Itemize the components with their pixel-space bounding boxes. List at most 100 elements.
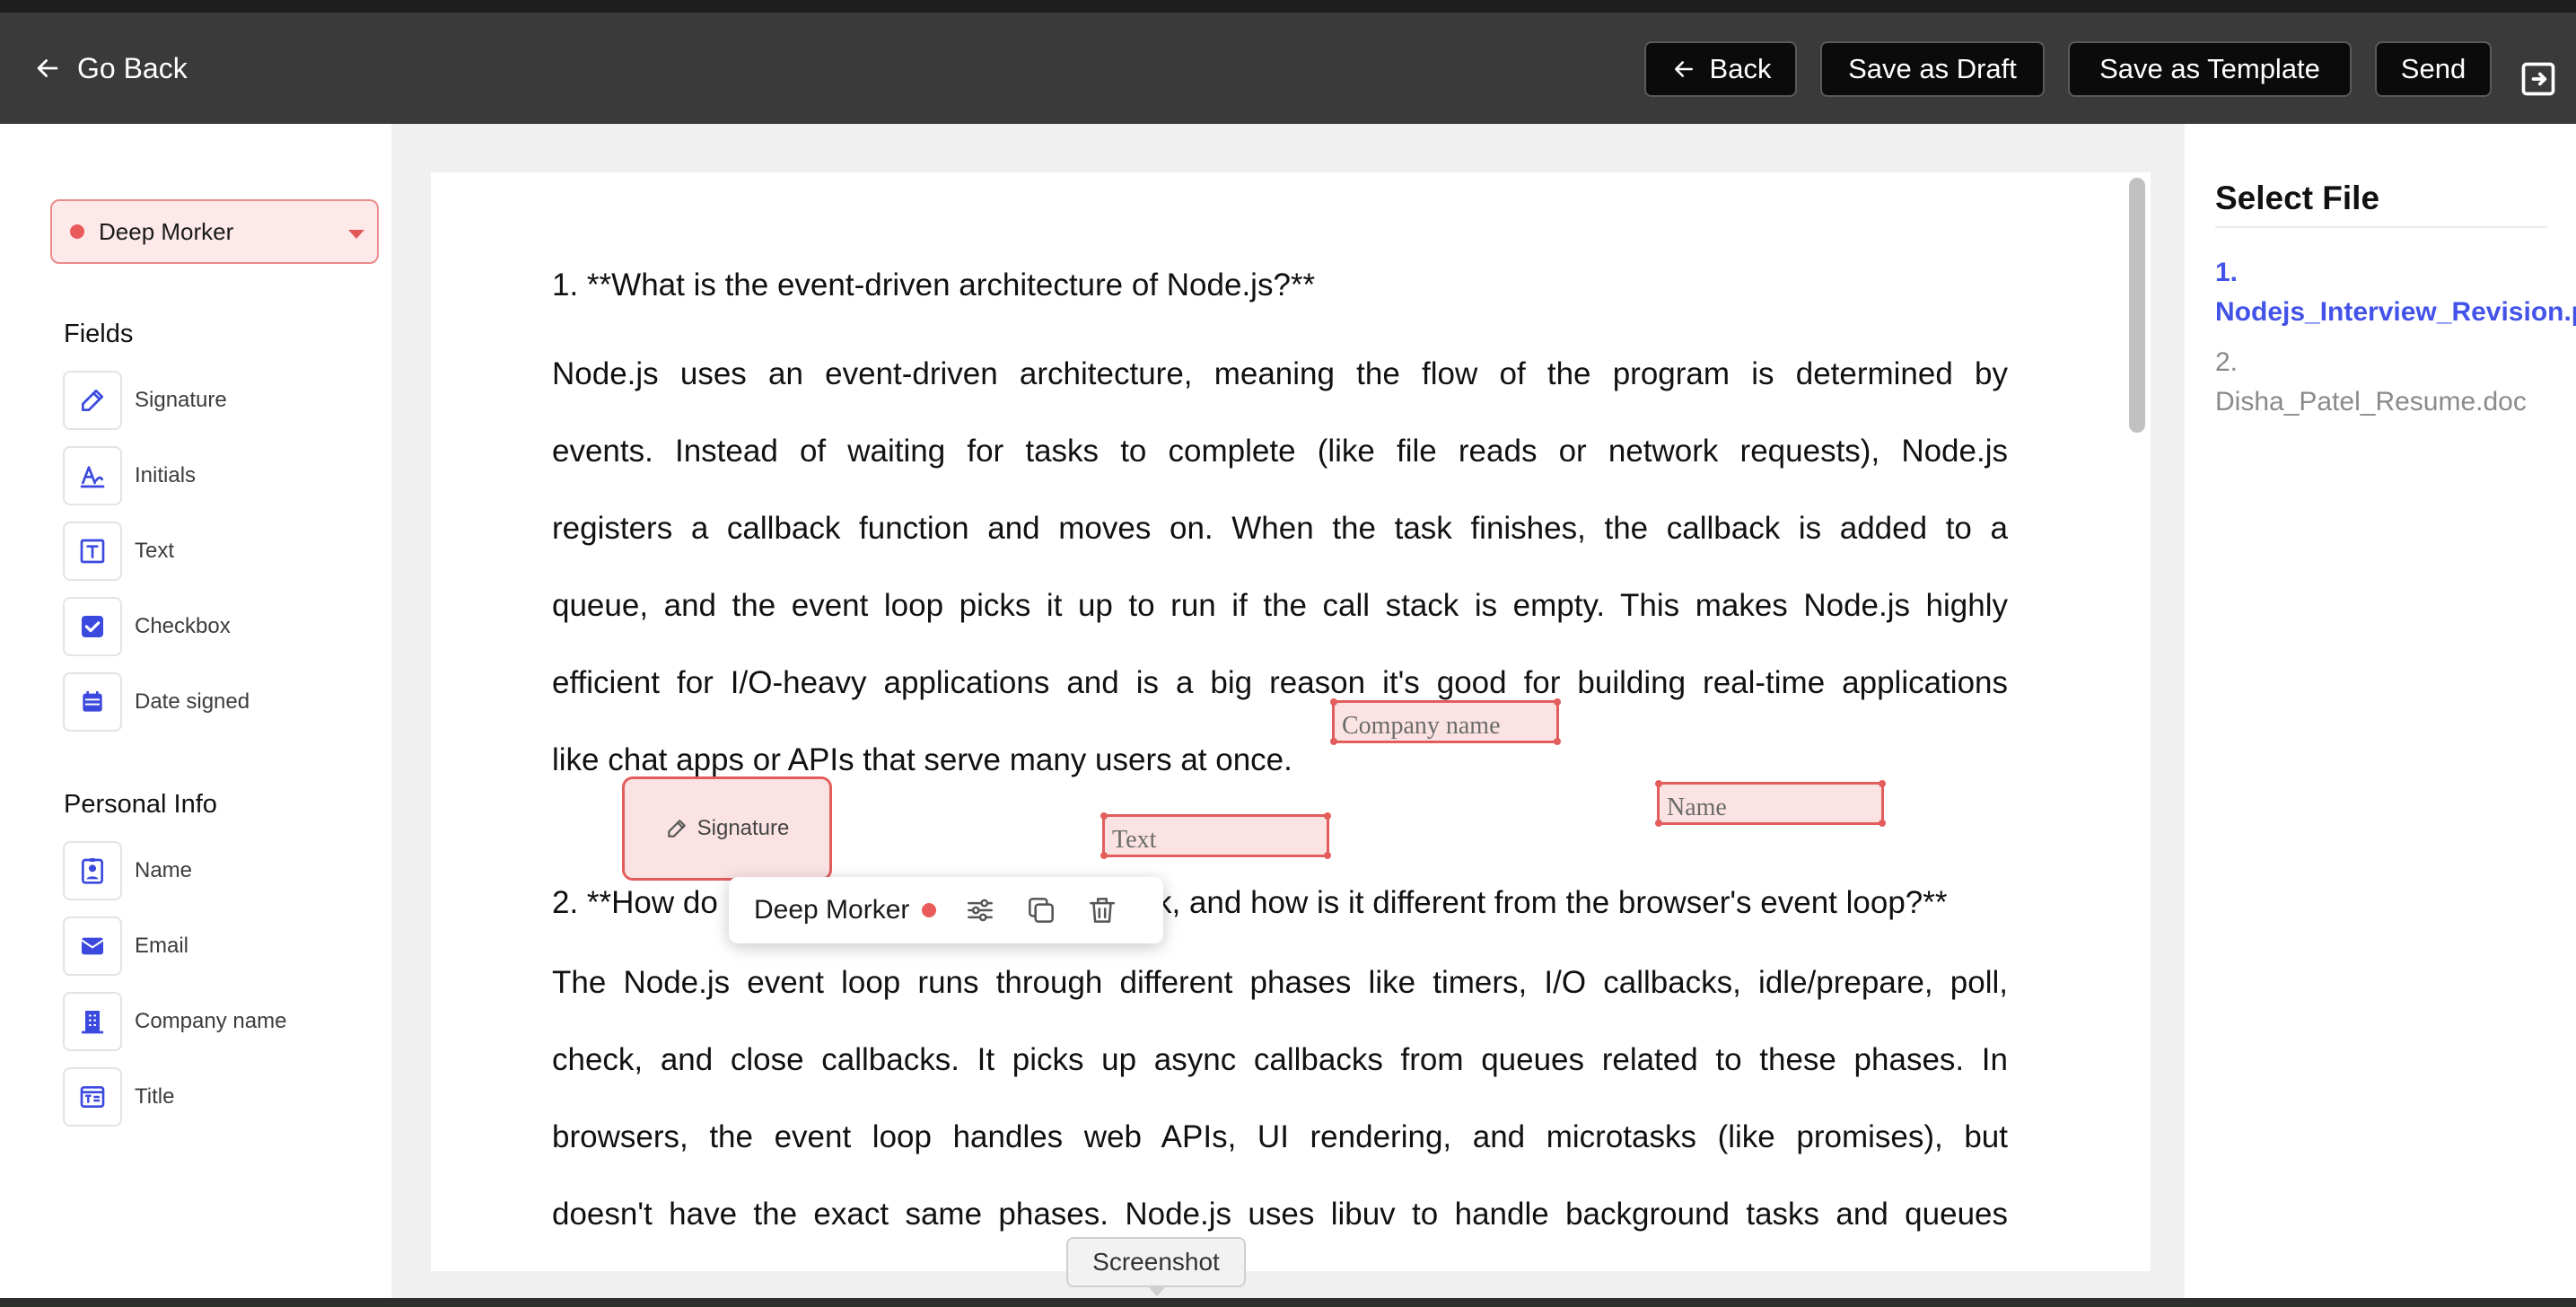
sliders-icon bbox=[968, 899, 994, 922]
resize-handle[interactable] bbox=[1554, 738, 1561, 745]
placed-field-label: Signature bbox=[697, 816, 790, 840]
calendar-icon bbox=[83, 691, 102, 712]
resize-handle[interactable] bbox=[1324, 812, 1331, 820]
send-label: Send bbox=[2400, 53, 2466, 84]
select-file-title: Select File bbox=[2215, 180, 2380, 216]
answer-1-line: registers a callback function and moves … bbox=[552, 511, 2008, 546]
field-label: Title bbox=[135, 1084, 175, 1109]
answer-1-line: Node.js uses an event-driven architectur… bbox=[552, 356, 2008, 391]
resize-handle[interactable] bbox=[1330, 738, 1337, 745]
top-bar: Go Back Back Save as Draft Save as Templ… bbox=[0, 13, 2576, 124]
answer-1-line: events. Instead of waiting for tasks to … bbox=[552, 434, 2008, 469]
file-item-2[interactable]: 2. Disha_Patel_Resume.doc bbox=[2215, 343, 2527, 422]
field-label: Initials bbox=[135, 463, 197, 487]
divider bbox=[2215, 226, 2547, 228]
field-signature[interactable]: Signature bbox=[63, 371, 227, 430]
screenshot-tooltip: Screenshot bbox=[1066, 1237, 1246, 1287]
question-1-heading: 1. **What is the event-driven architectu… bbox=[552, 268, 1316, 303]
answer-2-line: The Node.js event loop runs through diff… bbox=[552, 965, 2008, 1000]
field-label: Date signed bbox=[135, 689, 250, 714]
field-text[interactable]: Text bbox=[63, 522, 174, 581]
pen-icon bbox=[82, 390, 103, 411]
resize-handle[interactable] bbox=[1879, 780, 1886, 787]
field-email[interactable]: Email bbox=[63, 917, 188, 976]
answer-1-paragraph: Node.js uses an event-driven architectur… bbox=[552, 336, 2008, 799]
save-as-draft-button[interactable]: Save as Draft bbox=[1820, 41, 2045, 97]
go-back-button[interactable]: Go Back bbox=[32, 47, 188, 90]
resize-handle[interactable] bbox=[1324, 852, 1331, 859]
id-badge-icon bbox=[82, 858, 103, 884]
resize-handle[interactable] bbox=[1554, 698, 1561, 706]
resize-handle[interactable] bbox=[1655, 820, 1662, 827]
placed-field-label: Text bbox=[1112, 826, 1157, 854]
answer-2-line: doesn't have the exact same phases. Node… bbox=[552, 1197, 2008, 1232]
back-button[interactable]: Back bbox=[1644, 41, 1797, 97]
field-settings-button[interactable] bbox=[963, 893, 997, 927]
field-title[interactable]: Title bbox=[63, 1067, 174, 1127]
exit-icon bbox=[2521, 62, 2555, 96]
signer-color-dot bbox=[922, 903, 937, 917]
question-2-heading-start: 2. **How do bbox=[552, 885, 718, 920]
arrow-left-icon bbox=[37, 59, 58, 77]
tooltip-tail bbox=[1147, 1285, 1167, 1296]
field-company-name[interactable]: Company name bbox=[63, 992, 286, 1051]
field-label: Company name bbox=[135, 1009, 287, 1033]
resize-handle[interactable] bbox=[1330, 698, 1337, 706]
signer-select[interactable]: Deep Morker bbox=[50, 199, 379, 264]
field-toolbar: Deep Morker bbox=[729, 877, 1163, 943]
save-as-template-label: Save as Template bbox=[2099, 53, 2320, 84]
answer-2-line: browsers, the event loop handles web API… bbox=[552, 1119, 2008, 1154]
document-scrollbar-thumb[interactable] bbox=[2129, 178, 2145, 433]
initials-icon bbox=[80, 466, 105, 488]
exit-button[interactable] bbox=[2519, 59, 2558, 99]
save-as-template-button[interactable]: Save as Template bbox=[2068, 41, 2352, 97]
file-name: Nodejs_Interview_Revision.p bbox=[2215, 297, 2576, 327]
file-item-1[interactable]: 1. Nodejs_Interview_Revision.p bbox=[2215, 253, 2576, 332]
envelope-icon bbox=[81, 937, 104, 955]
go-back-label: Go Back bbox=[77, 51, 188, 84]
document-page: 1. **What is the event-driven architectu… bbox=[431, 172, 2151, 1271]
app-window: Go Back Back Save as Draft Save as Templ… bbox=[0, 0, 2576, 1298]
duplicate-field-button[interactable] bbox=[1024, 893, 1058, 927]
placed-text-field[interactable]: Text bbox=[1100, 812, 1331, 859]
delete-field-button[interactable] bbox=[1085, 893, 1119, 927]
file-name: Disha_Patel_Resume.doc bbox=[2215, 387, 2527, 417]
chevron-down-icon bbox=[348, 230, 364, 239]
fields-title: Fields bbox=[64, 320, 134, 348]
file-index: 1. bbox=[2215, 258, 2239, 287]
back-label: Back bbox=[1709, 53, 1772, 84]
checkbox-icon bbox=[82, 616, 103, 637]
field-toolbar-signer-name: Deep Morker bbox=[754, 895, 910, 925]
field-label: Text bbox=[135, 539, 175, 563]
field-initials[interactable]: Initials bbox=[63, 446, 196, 505]
signer-color-dot bbox=[70, 224, 84, 239]
right-sidebar: Select File 1. Nodejs_Interview_Revision… bbox=[2185, 124, 2576, 1298]
answer-2-paragraph: The Node.js event loop runs through diff… bbox=[552, 944, 2008, 1253]
field-label: Email bbox=[135, 934, 189, 958]
field-checkbox[interactable]: Checkbox bbox=[63, 597, 231, 656]
title-card-icon bbox=[80, 1086, 105, 1108]
copy-icon bbox=[1029, 898, 1055, 923]
placed-signature-field[interactable]: Signature bbox=[622, 776, 832, 881]
resize-handle[interactable] bbox=[1879, 820, 1886, 827]
trash-icon bbox=[1090, 898, 1116, 923]
field-label: Signature bbox=[135, 388, 227, 412]
answer-2-line: check, and close callbacks. It picks up … bbox=[552, 1042, 2008, 1077]
field-date-signed[interactable]: Date signed bbox=[63, 672, 250, 732]
send-button[interactable]: Send bbox=[2375, 41, 2492, 97]
left-sidebar: Deep Morker Fields Signature Initials Te… bbox=[0, 124, 391, 1298]
resize-handle[interactable] bbox=[1100, 812, 1108, 820]
placed-name-field[interactable]: Name bbox=[1655, 780, 1886, 827]
resize-handle[interactable] bbox=[1655, 780, 1662, 787]
arrow-left-icon bbox=[1674, 61, 1693, 77]
field-name[interactable]: Name bbox=[63, 841, 192, 900]
answer-1-line: efficient for I/O-heavy applications and… bbox=[552, 665, 2008, 700]
placed-field-label: Name bbox=[1667, 794, 1727, 821]
placed-company-name-field[interactable]: Company name bbox=[1330, 698, 1561, 745]
resize-handle[interactable] bbox=[1100, 852, 1108, 859]
field-label: Name bbox=[135, 858, 193, 882]
personal-info-title: Personal Info bbox=[64, 790, 217, 819]
field-label: Checkbox bbox=[135, 614, 231, 638]
save-as-draft-label: Save as Draft bbox=[1848, 53, 2017, 84]
file-index: 2. bbox=[2215, 347, 2239, 377]
